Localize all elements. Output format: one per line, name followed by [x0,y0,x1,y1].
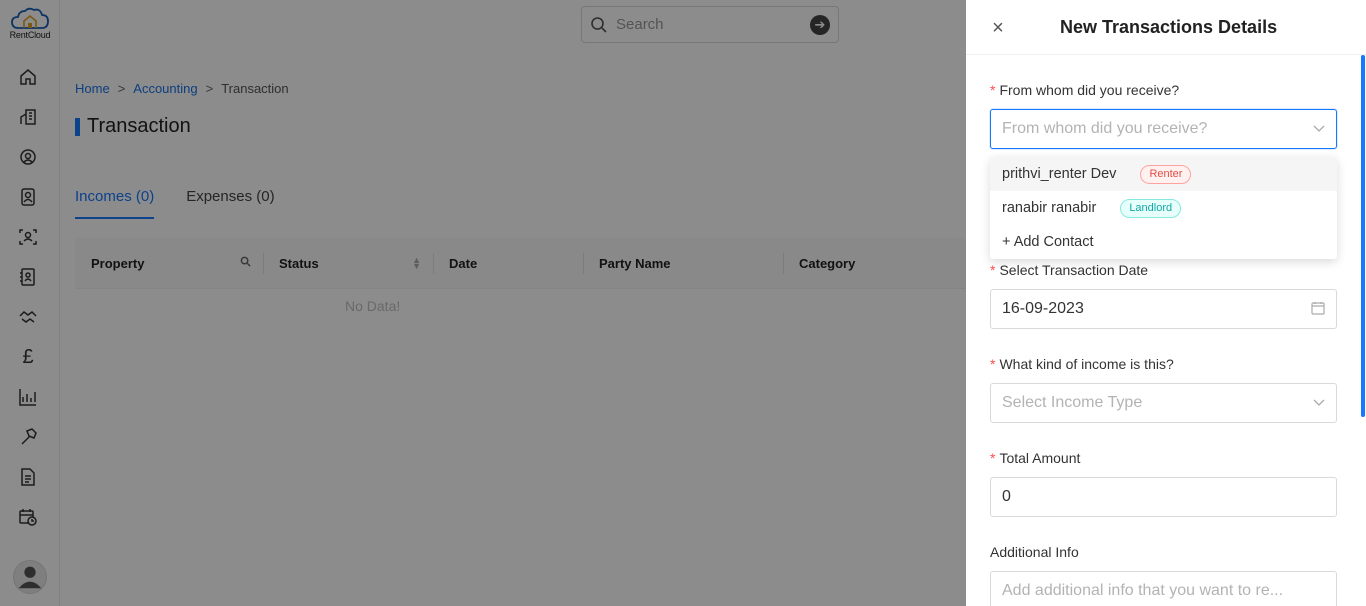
add-contact-option[interactable]: + Add Contact [990,225,1337,259]
date-value: 16-09-2023 [1002,300,1084,317]
income-type-select[interactable]: Select Income Type [990,383,1337,423]
label-text: Select Transaction Date [999,262,1149,278]
renter-tag: Renter [1140,164,1192,184]
chevron-down-icon [1313,122,1325,136]
label-text: What kind of income is this? [999,356,1174,372]
landlord-tag: Landlord [1120,198,1182,218]
label-text: Additional Info [990,544,1079,560]
transaction-date-picker[interactable]: 16-09-2023 [990,289,1337,329]
label-text: From whom did you receive? [999,82,1180,98]
from-whom-select[interactable]: From whom did you receive? [990,109,1337,149]
dropdown-option[interactable]: ranabir ranabir Landlord [990,191,1337,225]
required-mark: * [990,450,996,466]
total-amount-input[interactable]: 0 [990,477,1337,517]
drawer-header: × New Transactions Details [966,0,1366,55]
additional-info-textarea[interactable]: Add additional info that you want to re.… [990,571,1337,606]
label-text: Total Amount [999,450,1081,466]
calendar-icon[interactable] [1311,301,1325,318]
additional-info-label: Additional Info [990,544,1079,560]
from-whom-label: * From whom did you receive? [990,82,1179,98]
required-mark: * [990,262,996,278]
total-amount-label: * Total Amount [990,450,1080,466]
amount-value: 0 [1002,488,1011,505]
close-icon[interactable]: × [988,17,1008,39]
drawer-title: New Transactions Details [1060,17,1278,37]
select-placeholder: Select Income Type [1002,394,1143,411]
chevron-down-icon [1313,396,1325,410]
new-transaction-drawer: × New Transactions Details * From whom di… [966,0,1366,606]
textarea-placeholder: Add additional info that you want to re.… [1002,582,1284,599]
option-name: prithvi_renter Dev [1002,166,1117,182]
drawer-scrollbar[interactable] [1361,55,1365,417]
modal-overlay[interactable] [0,0,966,606]
transaction-date-label: * Select Transaction Date [990,262,1148,278]
required-mark: * [990,356,996,372]
dropdown-option[interactable]: prithvi_renter Dev Renter [990,157,1337,191]
required-mark: * [990,82,996,98]
from-whom-dropdown: prithvi_renter Dev Renter ranabir ranabi… [990,157,1337,259]
income-type-label: * What kind of income is this? [990,356,1174,372]
option-name: ranabir ranabir [1002,200,1097,216]
select-placeholder: From whom did you receive? [1002,120,1208,137]
